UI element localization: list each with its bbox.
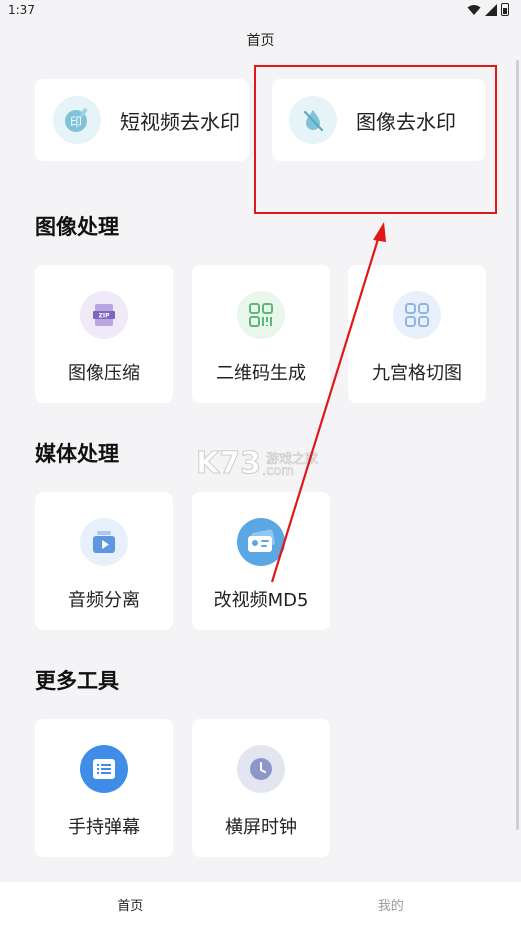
status-bar: 1:37 xyxy=(0,0,521,24)
highlight-annotation-box xyxy=(254,65,497,214)
svg-text:ZIP: ZIP xyxy=(99,313,111,320)
video-play-icon xyxy=(80,518,128,566)
status-icons xyxy=(467,3,509,16)
tile-handheld-danmaku[interactable]: 手持弹幕 xyxy=(35,719,173,857)
tile-qr-code-generate[interactable]: 二维码生成 xyxy=(192,265,330,403)
short-video-watermark-removal-label: 短视频去水印 xyxy=(120,109,240,134)
id-card-icon xyxy=(237,518,285,566)
site-watermark-logo: K73 游戏之家 .com xyxy=(196,446,336,490)
bottom-navigation: 首页 我的 xyxy=(0,882,521,926)
tile-audio-separation[interactable]: 音频分离 xyxy=(35,492,173,630)
tile-image-compress[interactable]: ZIP 图像压缩 xyxy=(35,265,173,403)
tile-label: 图像压缩 xyxy=(68,363,140,384)
nav-tab-home-label: 首页 xyxy=(117,898,144,914)
watermark-domain: .com xyxy=(262,464,295,480)
short-video-watermark-removal-card[interactable]: 印 短视频去水印 xyxy=(35,79,249,161)
zip-file-icon: ZIP xyxy=(80,291,128,339)
tile-label: 音频分离 xyxy=(68,590,140,611)
wifi-icon xyxy=(467,4,481,15)
status-time: 1:37 xyxy=(8,3,35,17)
section-title-more-tools: 更多工具 xyxy=(35,669,119,693)
battery-icon xyxy=(501,3,509,16)
stamp-print-icon: 印 xyxy=(53,96,101,144)
tile-label: 九宫格切图 xyxy=(372,363,462,384)
section-title-media-processing: 媒体处理 xyxy=(35,442,119,466)
nav-tab-mine-label: 我的 xyxy=(377,898,404,914)
text-lines-icon xyxy=(80,745,128,793)
tile-nine-grid-cut[interactable]: 九宫格切图 xyxy=(348,265,486,403)
scrollbar[interactable] xyxy=(516,60,519,830)
tile-landscape-clock[interactable]: 横屏时钟 xyxy=(192,719,330,857)
section-title-image-processing: 图像处理 xyxy=(35,215,119,239)
page-title: 首页 xyxy=(246,33,275,49)
tile-label: 手持弹幕 xyxy=(68,817,140,838)
clock-icon xyxy=(237,745,285,793)
tile-change-video-md5[interactable]: 改视频MD5 xyxy=(192,492,330,630)
watermark-main: K73 xyxy=(196,446,262,482)
tile-label: 二维码生成 xyxy=(216,363,306,384)
nav-tab-mine[interactable]: 我的 xyxy=(261,882,521,926)
tile-label: 改视频MD5 xyxy=(213,590,309,611)
nav-tab-home[interactable]: 首页 xyxy=(0,882,261,926)
svg-text:印: 印 xyxy=(70,115,82,129)
grid-icon xyxy=(393,291,441,339)
tile-label: 横屏时钟 xyxy=(225,817,297,838)
cell-signal-icon xyxy=(485,3,497,16)
qr-code-icon xyxy=(237,291,285,339)
